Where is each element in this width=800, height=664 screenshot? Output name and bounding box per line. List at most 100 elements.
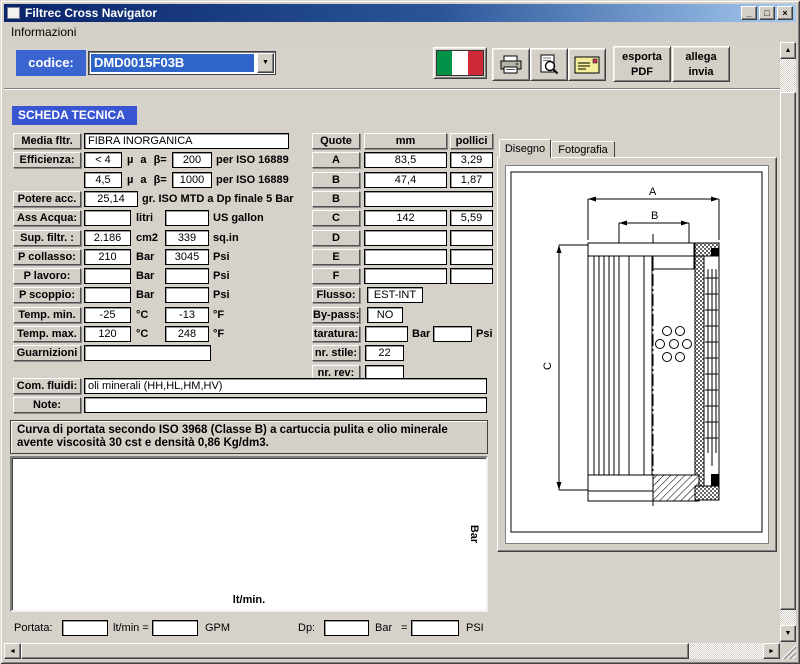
preview-magnifier-icon [538,54,560,76]
nr-stile-input[interactable] [365,345,404,361]
minimize-button[interactable]: _ [741,6,757,20]
efficienza-beta-1-input[interactable] [172,152,212,168]
efficienza-beta-text-2: µ a β= [127,172,167,188]
ltmin-label: lt/min = [113,620,149,636]
temp-min-c-input[interactable] [84,307,131,323]
maximize-button[interactable]: □ [759,6,775,20]
pollici-header: pollici [450,133,493,149]
codice-combobox[interactable]: DMD0015F03B ▼ [88,51,276,75]
p-scoppio-bar-input[interactable] [84,287,131,303]
note-input[interactable] [84,397,487,413]
ass-acqua-unit2: US gallon [213,210,264,226]
psi-input[interactable] [411,620,459,636]
temp-min-unit2: °F [213,307,224,323]
tab-fotografia[interactable]: Fotografia [551,141,615,158]
p-collasso-psi-input[interactable] [165,249,209,265]
codice-selected-value: DMD0015F03B [91,54,254,72]
portata-input[interactable] [62,620,108,636]
curva-description: Curva di portata secondo ISO 3968 (Class… [10,420,488,454]
efficienza-micron-1-input[interactable] [84,152,122,168]
scroll-left-icon[interactable]: ◄ [4,643,21,659]
taratura-psi-input[interactable] [433,326,472,342]
menu-informazioni[interactable]: Informazioni [4,22,83,39]
com-fluidi-input[interactable] [84,378,487,394]
language-italian-button[interactable] [433,47,487,79]
temp-min-unit1: °C [136,307,148,323]
efficienza-iso-text-1: per ISO 16889 [216,152,289,168]
quote-b-mm-input[interactable] [364,172,447,188]
taratura-bar-input[interactable] [365,326,408,342]
sup-filtr-unit2: sq.in [213,230,239,246]
equals-sign: = [401,620,407,636]
p-collasso-bar-input[interactable] [84,249,131,265]
scroll-down-icon[interactable]: ▼ [780,625,796,642]
guarnizioni-label: Guarnizioni [13,345,81,361]
p-collasso-label: P collasso: [13,249,81,265]
esporta-pdf-button[interactable]: esporta PDF [613,46,671,82]
chevron-down-icon[interactable]: ▼ [257,53,274,73]
dp-input[interactable] [324,620,369,636]
sup-filtr-sqin-input[interactable] [165,230,209,246]
efficienza-micron-2-input[interactable] [84,172,122,188]
ass-acqua-litri-input[interactable] [84,210,131,226]
scroll-right-icon[interactable]: ► [763,643,780,659]
tab-disegno[interactable]: Disegno [499,139,551,158]
scroll-up-icon[interactable]: ▲ [780,42,796,59]
p-scoppio-psi-input[interactable] [165,287,209,303]
guarnizioni-input[interactable] [84,345,211,361]
quote-c-mm-input[interactable] [364,210,447,226]
print-preview-button[interactable] [530,48,568,81]
chart-x-axis-label: lt/min. [233,594,265,606]
print-button[interactable] [492,48,530,81]
quote-f-mm-input[interactable] [364,268,447,284]
quote-d-pollici-input[interactable] [450,230,493,246]
quote-row-label-d: D [312,230,360,246]
email-envelope-icon [574,55,600,75]
quote-c-pollici-input[interactable] [450,210,493,226]
gpm-input[interactable] [152,620,198,636]
nr-stile-label: nr. stile: [312,345,360,361]
quote-e-mm-input[interactable] [364,249,447,265]
temp-max-label: Temp. max. [13,326,81,342]
p-scoppio-label: P scoppio: [13,287,81,303]
efficienza-beta-2-input[interactable] [172,172,212,188]
quote-f-pollici-input[interactable] [450,268,493,284]
close-button[interactable]: × [777,6,793,20]
chart-y-axis-label: Bar [468,525,480,543]
window-title: Filtrec Cross Navigator [25,4,739,22]
sup-filtr-unit1: cm2 [136,230,158,246]
potere-acc-input[interactable] [84,191,138,207]
bar-label: Bar [375,620,392,636]
portata-label: Portata: [14,620,53,636]
temp-min-f-input[interactable] [165,307,209,323]
quote-a-mm-input[interactable] [364,152,447,168]
esporta-pdf-label-line2: PDF [614,65,670,80]
p-lavoro-bar-input[interactable] [84,268,131,284]
efficienza-label: Efficienza: [13,152,81,168]
sup-filtr-cm2-input[interactable] [84,230,131,246]
app-window: Filtrec Cross Navigator _ □ × Informazio… [0,0,800,664]
potere-acc-suffix: gr. ISO MTD a Dp finale 5 Bar [142,191,294,207]
flusso-input[interactable] [367,287,423,303]
quote-b-pollici-input[interactable] [450,172,493,188]
temp-max-unit2: °F [213,326,224,342]
quote-d-mm-input[interactable] [364,230,447,246]
p-lavoro-psi-input[interactable] [165,268,209,284]
quote-b2-wide-input[interactable] [364,191,493,207]
media-fltr-input[interactable] [84,133,289,149]
horizontal-scrollbar-thumb[interactable] [21,643,689,659]
email-button[interactable] [568,48,606,81]
resize-grip[interactable] [780,643,796,659]
toolbar-separator [4,88,780,90]
taratura-unit1: Bar [412,326,430,342]
com-fluidi-label: Com. fluidi: [13,378,81,394]
quote-e-pollici-input[interactable] [450,249,493,265]
vertical-scrollbar-thumb[interactable] [780,92,796,610]
quote-row-label-f: F [312,268,360,284]
quote-a-pollici-input[interactable] [450,152,493,168]
temp-max-c-input[interactable] [84,326,131,342]
temp-max-f-input[interactable] [165,326,209,342]
allega-invia-button[interactable]: allega invia [672,46,730,82]
bypass-input[interactable] [367,307,403,323]
ass-acqua-gallon-input[interactable] [165,210,209,226]
